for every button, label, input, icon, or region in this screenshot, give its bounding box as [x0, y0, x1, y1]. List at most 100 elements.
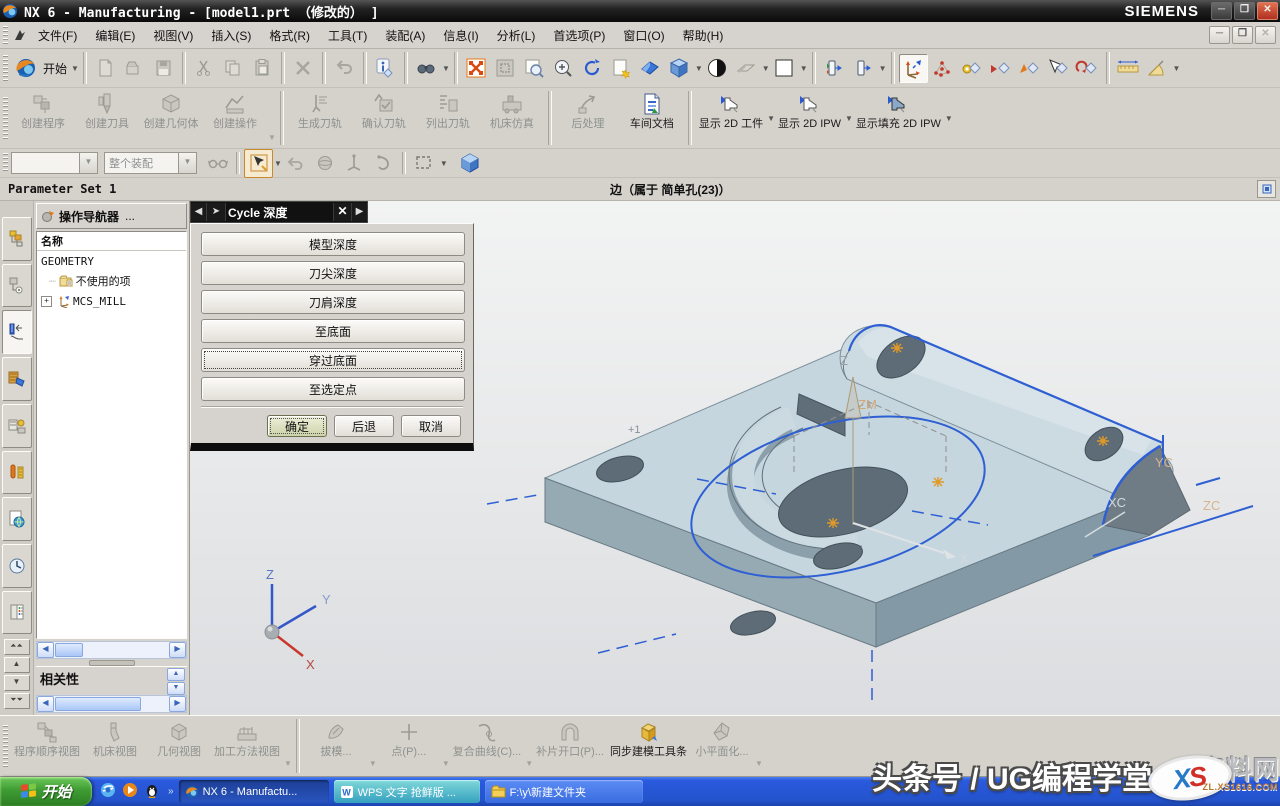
render-style-icon[interactable]: [703, 54, 732, 83]
navigator-header[interactable]: 操作导航器 ...: [36, 203, 187, 229]
delete-icon[interactable]: [289, 54, 318, 83]
selection-scope-combo[interactable]: ▼: [11, 152, 98, 174]
undo-icon[interactable]: [330, 54, 359, 83]
refresh-view-icon[interactable]: [607, 54, 636, 83]
postprocess-button[interactable]: 后处理: [556, 90, 620, 146]
hook-icon[interactable]: [369, 149, 398, 178]
scroll-right-icon[interactable]: ▶: [169, 696, 186, 712]
view-plane-front-icon[interactable]: [820, 54, 849, 83]
view-plane-side-icon[interactable]: [849, 54, 878, 83]
scroll-up-icon[interactable]: ▲: [4, 657, 30, 673]
menu-tools[interactable]: 工具(T): [319, 23, 376, 48]
csys-orient-icon[interactable]: [899, 54, 928, 83]
draft-caret-icon[interactable]: ▼: [369, 759, 377, 768]
shaded-caret-icon[interactable]: ▼: [695, 64, 703, 73]
find-caret-icon[interactable]: ▼: [442, 64, 450, 73]
dialog-close-icon[interactable]: ✕: [333, 203, 351, 221]
sheet-caret-icon[interactable]: ▼: [762, 64, 770, 73]
marquee-select-icon[interactable]: [410, 149, 439, 178]
toolbar-grip[interactable]: [3, 153, 8, 173]
dependencies-up-icon[interactable]: ▲: [167, 668, 185, 681]
machining-wizards-tab[interactable]: [2, 357, 32, 401]
info-icon[interactable]: [371, 54, 400, 83]
measure-distance-icon[interactable]: [1114, 54, 1143, 83]
cancel-button[interactable]: 取消: [401, 415, 461, 437]
point-constellation-icon[interactable]: [928, 54, 957, 83]
combo-caret-icon[interactable]: ▼: [178, 152, 197, 174]
shop-documentation-button[interactable]: 车间文档: [620, 90, 684, 146]
quick-launch-chevron-icon[interactable]: »: [168, 786, 174, 797]
create-group-caret-icon[interactable]: ▼: [268, 133, 276, 142]
verify-toolpath-button[interactable]: 确认刀轨: [352, 90, 416, 146]
copy-icon[interactable]: [219, 54, 248, 83]
close-button[interactable]: ✕: [1257, 2, 1278, 20]
reuse-library-tab[interactable]: [2, 404, 32, 448]
geometry-view-button[interactable]: 几何视图: [147, 718, 211, 774]
zoom-in-out-icon[interactable]: [549, 54, 578, 83]
composite-curve-button[interactable]: 复合曲线(C)...: [450, 718, 524, 774]
find-icon[interactable]: [412, 54, 441, 83]
fit-view-icon[interactable]: [462, 54, 491, 83]
snap-point-red-icon[interactable]: [986, 54, 1015, 83]
history-tab[interactable]: [2, 544, 32, 588]
graphics-window[interactable]: Z ZM X XC YC ZC +1: [190, 201, 1280, 715]
to-selected-point-button[interactable]: 至选定点: [201, 377, 465, 401]
create-geometry-button[interactable]: 创建几何体: [139, 90, 203, 146]
menu-help[interactable]: 帮助(H): [674, 23, 733, 48]
save-icon[interactable]: [149, 54, 178, 83]
tree-row-mcs-mill[interactable]: + MCS_MILL: [37, 291, 186, 311]
tool-shoulder-depth-button[interactable]: 刀肩深度: [201, 290, 465, 314]
show-2d-workpiece-caret-icon[interactable]: ▼: [767, 114, 775, 123]
paste-icon[interactable]: [248, 54, 277, 83]
ie-icon[interactable]: [100, 782, 116, 801]
navigator-more[interactable]: ...: [125, 209, 135, 223]
doc-restore-button[interactable]: ❐: [1232, 26, 1253, 44]
tree-row-geometry[interactable]: GEOMETRY: [37, 251, 186, 271]
patch-opening-button[interactable]: 补片开口(P)...: [533, 718, 607, 774]
snap-gear-icon[interactable]: [957, 54, 986, 83]
media-player-icon[interactable]: [122, 782, 138, 801]
point-caret-icon[interactable]: ▼: [442, 759, 450, 768]
web-browser-tab[interactable]: [2, 497, 32, 541]
through-bottom-face-button[interactable]: 穿过底面: [201, 348, 465, 372]
scroll-top-icon[interactable]: ⏶⏶: [4, 639, 30, 655]
open-file-icon[interactable]: [120, 54, 149, 83]
snap-point-orange-icon[interactable]: [1015, 54, 1044, 83]
scroll-right-icon[interactable]: ▶: [169, 642, 186, 658]
model-depth-button[interactable]: 模型深度: [201, 232, 465, 256]
process-studio-tab[interactable]: [2, 451, 32, 495]
start-button[interactable]: 开始: [0, 777, 92, 806]
show-2d-workpiece-button[interactable]: 显示 2D 工件: [696, 90, 766, 146]
dialog-back-arrow-icon[interactable]: ◀: [191, 203, 207, 221]
scroll-left-icon[interactable]: ◀: [37, 642, 54, 658]
axis-icon[interactable]: [340, 149, 369, 178]
generate-toolpath-button[interactable]: 生成刀轨: [288, 90, 352, 146]
scroll-thumb[interactable]: [55, 643, 83, 657]
views-group-caret-icon[interactable]: ▼: [284, 759, 292, 768]
start-caret-icon[interactable]: ▼: [71, 64, 79, 73]
tool-tip-depth-button[interactable]: 刀尖深度: [201, 261, 465, 285]
constraint-navigator-tab[interactable]: [2, 264, 32, 308]
synchronous-modeling-button[interactable]: 同步建模工具条: [607, 718, 690, 774]
create-tool-button[interactable]: 创建刀具: [75, 90, 139, 146]
list-toolpath-button[interactable]: 列出刀轨: [416, 90, 480, 146]
start-menu-label[interactable]: 开始: [43, 60, 67, 77]
machine-tool-view-button[interactable]: 机床视图: [83, 718, 147, 774]
assembly-scope-combo[interactable]: 整个装配▼: [104, 152, 197, 174]
machining-method-view-button[interactable]: 加工方法视图: [211, 718, 283, 774]
solid-cube-icon[interactable]: [456, 149, 485, 178]
view-plane-caret-icon[interactable]: ▼: [879, 64, 887, 73]
menu-window[interactable]: 窗口(O): [614, 23, 673, 48]
ok-button[interactable]: 确定: [267, 415, 327, 437]
menu-insert[interactable]: 插入(S): [202, 23, 260, 48]
facet-caret-icon[interactable]: ▼: [755, 759, 763, 768]
undo-selection-icon[interactable]: [282, 149, 311, 178]
dialog-forward-arrow-icon[interactable]: ▶: [351, 203, 367, 221]
create-operation-button[interactable]: 创建操作: [203, 90, 267, 146]
combo-caret-icon[interactable]: ▼: [79, 152, 98, 174]
clip-section-icon[interactable]: [636, 54, 665, 83]
column-header-name[interactable]: 名称: [37, 232, 186, 251]
show-2d-ipw-button[interactable]: 显示 2D IPW: [775, 90, 844, 146]
shaded-cube-icon[interactable]: [665, 54, 694, 83]
dependencies-header[interactable]: 相关性 ▲ ▼: [36, 666, 187, 693]
